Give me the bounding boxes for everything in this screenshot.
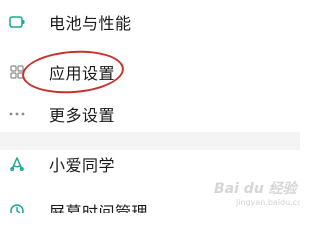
settings-item-label: 电池与性能	[49, 14, 132, 33]
apps-grid-icon	[9, 64, 25, 80]
settings-screen: 电池与性能 应用设置 更多设置 小爱同学 屏幕时间管理 Bai du 经验 ji…	[0, 0, 300, 213]
screen-time-icon	[9, 203, 25, 213]
settings-item-label: 更多设置	[49, 106, 116, 125]
settings-item-more[interactable]: 更多设置	[0, 100, 300, 128]
battery-icon	[9, 14, 25, 30]
settings-item-battery[interactable]: 电池与性能	[0, 8, 300, 36]
watermark-logo: Bai du 经验	[214, 181, 297, 197]
xiaoai-assistant-icon	[9, 156, 25, 172]
settings-item-label: 小爱同学	[49, 156, 116, 175]
settings-item-xiaoai[interactable]: 小爱同学	[0, 150, 300, 178]
settings-item-apps[interactable]: 应用设置	[0, 58, 300, 86]
watermark-url: jingyan.baidu.com	[236, 198, 300, 207]
more-dots-icon	[9, 106, 25, 122]
section-divider	[0, 132, 300, 150]
settings-item-label: 屏幕时间管理	[49, 203, 149, 213]
settings-item-label: 应用设置	[49, 64, 116, 83]
